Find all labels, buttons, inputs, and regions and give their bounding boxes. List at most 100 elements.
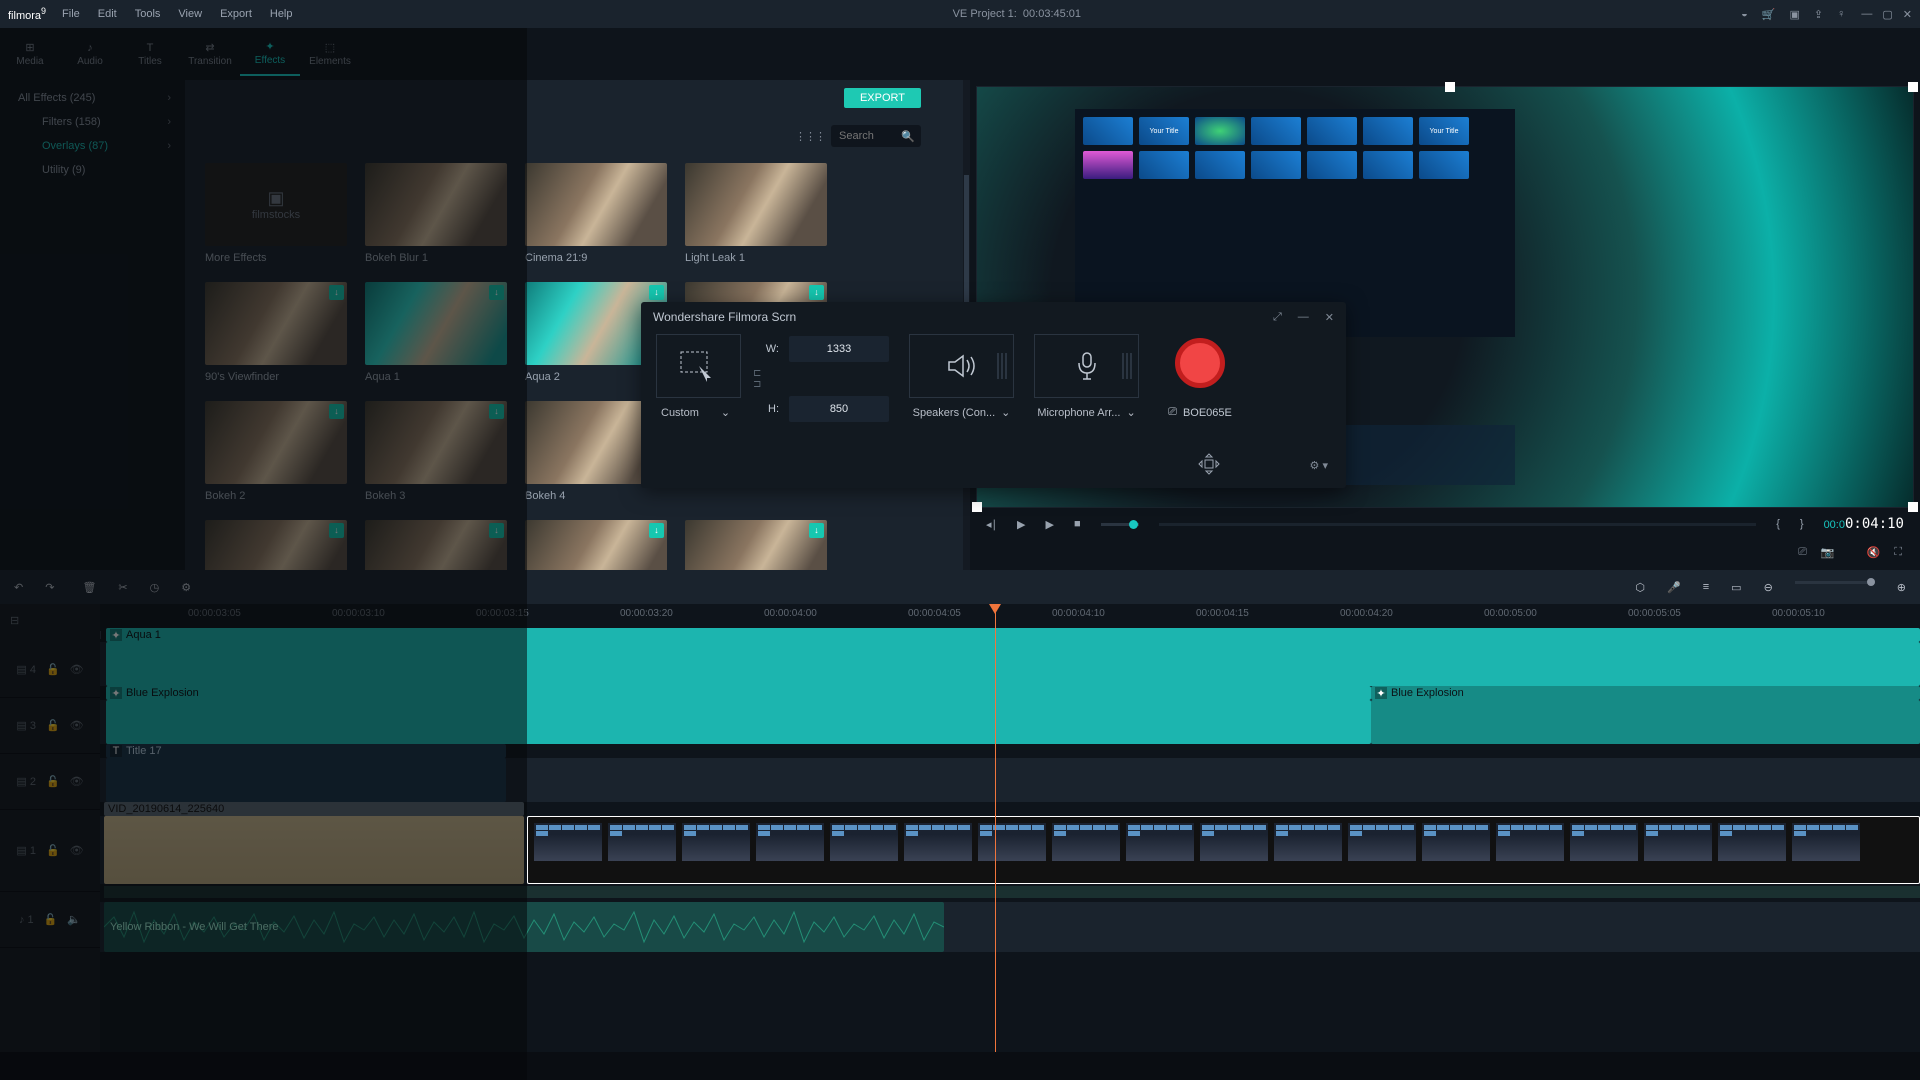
fullscreen-icon[interactable]: ⛶ xyxy=(1894,546,1902,559)
account-icon[interactable]: ◒ xyxy=(1741,8,1748,21)
play-forward-icon[interactable]: ▶ xyxy=(1046,518,1054,531)
download-icon[interactable]: ↓ xyxy=(489,285,504,300)
visibility-icon[interactable]: 👁 xyxy=(70,719,84,732)
clip-vid-label[interactable]: VID_20190614_225640 xyxy=(104,802,524,816)
adjust-icon[interactable]: ⚙ xyxy=(181,581,191,594)
effect-thumb[interactable]: ↓ xyxy=(525,520,667,570)
track-fx[interactable]: ✦Aqua 1 xyxy=(100,642,1920,686)
visibility-icon[interactable]: 👁 xyxy=(70,775,84,788)
download-icon[interactable]: ↓ xyxy=(489,404,504,419)
redo-icon[interactable]: ↷ xyxy=(45,581,54,594)
speakers-select[interactable]: Speakers (Con...⌄ xyxy=(913,406,1011,419)
photo-icon[interactable]: ▣ xyxy=(1790,8,1800,21)
clip-vid-main[interactable] xyxy=(527,816,1920,884)
volume-slider[interactable] xyxy=(1101,523,1139,526)
download-icon[interactable]: ↓ xyxy=(809,523,824,538)
cart-icon[interactable]: 🛒 xyxy=(1762,8,1776,21)
export-button[interactable]: EXPORT xyxy=(844,88,921,108)
effect-thumb[interactable]: ↓Bokeh 2 xyxy=(205,401,347,502)
lock-icon[interactable]: 🔓 xyxy=(44,913,58,926)
record-button[interactable] xyxy=(1175,338,1225,388)
lock-icon[interactable]: 🔓 xyxy=(46,775,60,788)
effect-thumb[interactable]: ↓Aqua 1 xyxy=(365,282,507,383)
tab-elements[interactable]: ⬚Elements xyxy=(300,32,360,76)
upload-icon[interactable]: ⇪ xyxy=(1814,8,1823,21)
lock-icon[interactable]: 🔓 xyxy=(46,663,60,676)
track-manager-icon[interactable]: ⊟ xyxy=(0,604,100,637)
visibility-icon[interactable]: 👁 xyxy=(70,663,84,676)
tab-transition[interactable]: ⇄Transition xyxy=(180,32,240,76)
track-audio[interactable]: Yellow Ribbon - We Will Get There xyxy=(100,902,1920,952)
clip-blue-explosion-label[interactable]: ✦Blue Explosion xyxy=(106,686,1371,700)
microphone-select[interactable]: Microphone Arr...⌄ xyxy=(1037,406,1135,419)
sidebar-item-all-effects[interactable]: All Effects (245) xyxy=(0,86,185,110)
effect-thumb[interactable]: ↓Bokeh 3 xyxy=(365,401,507,502)
zoom-out-icon[interactable]: ⊖ xyxy=(1764,581,1773,594)
clip-blue-explosion-2-label[interactable]: ✦Blue Explosion xyxy=(1371,686,1920,700)
minimize-icon[interactable]: — xyxy=(1861,8,1872,21)
download-icon[interactable]: ↓ xyxy=(649,285,664,300)
bracket-out-icon[interactable]: } xyxy=(1800,518,1804,530)
microphone-icon[interactable] xyxy=(1034,334,1139,398)
download-icon[interactable]: ↓ xyxy=(329,523,344,538)
minimize-icon[interactable]: — xyxy=(1298,311,1309,323)
download-icon[interactable]: ↓ xyxy=(329,404,344,419)
move-icon[interactable] xyxy=(1198,453,1220,478)
popout-icon[interactable]: ⤢ xyxy=(1273,311,1282,324)
track-video[interactable]: VID_20190614_225640 xyxy=(100,816,1920,884)
search-icon[interactable]: 🔍 xyxy=(901,130,915,143)
clip-title17-label[interactable]: TTitle 17 xyxy=(106,744,506,758)
stop-icon[interactable]: ■ xyxy=(1074,518,1081,530)
play-icon[interactable]: ▶ xyxy=(1017,518,1025,531)
step-back-icon[interactable]: ◂∣ xyxy=(986,518,997,531)
lock-icon[interactable]: 🔓 xyxy=(46,844,60,857)
menu-view[interactable]: View xyxy=(178,8,202,20)
clip-blue-explosion[interactable] xyxy=(106,700,1371,744)
tab-audio[interactable]: ♪Audio xyxy=(60,32,120,76)
mute-icon[interactable]: 🔇 xyxy=(1867,546,1881,559)
menu-tools[interactable]: Tools xyxy=(135,8,161,20)
close-icon[interactable]: ✕ xyxy=(1903,8,1912,21)
undo-icon[interactable]: ↶ xyxy=(14,581,23,594)
snapshot-icon[interactable]: 📷 xyxy=(1821,546,1835,559)
menu-edit[interactable]: Edit xyxy=(98,8,117,20)
clip-title17[interactable] xyxy=(106,758,506,802)
download-icon[interactable]: ↓ xyxy=(329,285,344,300)
voiceover-icon[interactable]: 🎤 xyxy=(1667,581,1681,594)
menu-file[interactable]: File xyxy=(62,8,80,20)
clip-aqua1-label[interactable]: ✦Aqua 1 xyxy=(106,628,1920,642)
effect-thumb[interactable]: ↓ xyxy=(205,520,347,570)
speed-icon[interactable]: ◷ xyxy=(150,581,160,594)
screen-recorder-dialog[interactable]: Wondershare Filmora Scrn ⤢ — ✕ Custom⌄ W… xyxy=(641,302,1346,488)
mute-icon[interactable]: 🔈 xyxy=(67,913,81,926)
tab-media[interactable]: ⊞Media xyxy=(0,32,60,76)
clip-aqua1[interactable] xyxy=(106,642,1920,686)
download-icon[interactable]: ↓ xyxy=(489,523,504,538)
sidebar-item-filters[interactable]: Filters (158) xyxy=(0,110,185,134)
split-icon[interactable]: ✂ xyxy=(118,581,127,594)
effect-thumb[interactable]: Bokeh Blur 1 xyxy=(365,163,507,264)
track-fx[interactable]: ✦Blue Explosion ✦Blue Explosion xyxy=(100,700,1920,744)
lock-icon[interactable]: 🔓 xyxy=(46,719,60,732)
track-title[interactable]: TTitle 17 xyxy=(100,758,1920,802)
width-input[interactable] xyxy=(789,336,889,362)
effect-thumb[interactable]: ▣filmstocksMore Effects xyxy=(205,163,347,264)
zoom-fit-icon[interactable]: ⊕ xyxy=(1897,581,1906,594)
clip-audio[interactable]: Yellow Ribbon - We Will Get There xyxy=(104,902,944,952)
link-dims-icon[interactable]: ⊏⊐ xyxy=(753,368,761,390)
notify-icon[interactable]: ♀ xyxy=(1837,8,1845,21)
settings-icon[interactable]: ⚙ ▾ xyxy=(1310,459,1328,472)
effect-thumb[interactable]: ↓ xyxy=(365,520,507,570)
bracket-in-icon[interactable]: { xyxy=(1776,518,1780,530)
sidebar-item-overlays[interactable]: Overlays (87) xyxy=(0,134,185,158)
effect-thumb[interactable]: ↓90's Viewfinder xyxy=(205,282,347,383)
speakers-icon[interactable] xyxy=(909,334,1014,398)
effect-thumb[interactable]: Cinema 21:9 xyxy=(525,163,667,264)
capture-area-icon[interactable] xyxy=(656,334,741,398)
mixer-icon[interactable]: ≡ xyxy=(1703,581,1709,594)
effect-thumb[interactable]: Light Leak 1 xyxy=(685,163,827,264)
render-icon[interactable]: ▭ xyxy=(1731,581,1741,594)
playhead[interactable] xyxy=(995,604,996,1052)
download-icon[interactable]: ↓ xyxy=(649,523,664,538)
grid-view-icon[interactable]: ⋮⋮⋮ xyxy=(795,130,825,143)
